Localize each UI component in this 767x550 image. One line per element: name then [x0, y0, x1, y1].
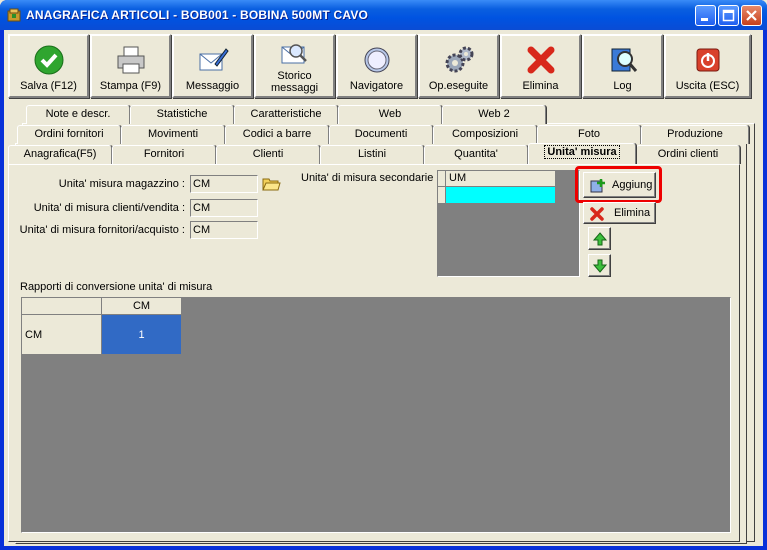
tab-web2[interactable]: Web 2: [442, 105, 546, 124]
add-um-button[interactable]: Aggiung: [583, 172, 656, 198]
print-button[interactable]: Stampa (F9): [90, 34, 171, 98]
title-bar[interactable]: ANAGRAFICA ARTICOLI - BOB001 - BOBINA 50…: [0, 0, 767, 30]
tab-ordini-fornitori[interactable]: Ordini fornitori: [17, 125, 121, 144]
arrow-down-icon: [592, 259, 608, 273]
message-button[interactable]: Messaggio: [172, 34, 253, 98]
conversion-section-label: Rapporti di conversione unita' di misura: [20, 281, 213, 293]
delete-icon: [590, 207, 604, 221]
log-label: Log: [613, 80, 632, 92]
grid-cell[interactable]: 1: [102, 315, 182, 355]
grid-row-header[interactable]: CM: [22, 315, 102, 355]
printer-icon: [117, 46, 144, 74]
delete-record-label: Elimina: [522, 80, 559, 92]
tab-composizioni[interactable]: Composizioni: [433, 125, 537, 144]
tab-note-descr[interactable]: Note e descr.: [26, 105, 130, 124]
operations-label: Op.eseguite: [428, 80, 489, 92]
grid-corner: [22, 298, 102, 315]
um-magazzino-label: Unita' misura magazzino :: [58, 178, 185, 190]
tab-quantita[interactable]: Quantita': [424, 145, 528, 164]
exit-icon: [696, 48, 719, 72]
secondary-um-cell[interactable]: [446, 187, 555, 203]
tab-ordini-clienti[interactable]: Ordini clienti: [636, 145, 740, 164]
um-magazzino-field[interactable]: CM: [190, 175, 258, 193]
grid-column-header[interactable]: CM: [102, 298, 182, 315]
message-history-label: Storico messaggi: [256, 70, 333, 94]
tab-documenti[interactable]: Documenti: [329, 125, 433, 144]
save-button[interactable]: Salva (F12): [8, 34, 89, 98]
close-icon: [746, 10, 757, 21]
maximize-button[interactable]: [718, 5, 739, 26]
tab-listini[interactable]: Listini: [320, 145, 424, 164]
um-fornitori-label: Unita' di misura fornitori/acquisto :: [19, 224, 185, 236]
arrow-up-icon: [592, 232, 608, 246]
tab-anagrafica[interactable]: Anagrafica(F5): [8, 145, 112, 164]
tab-caratteristiche[interactable]: Caratteristiche: [234, 105, 338, 124]
close-button[interactable]: [741, 5, 762, 26]
minimize-icon: [701, 18, 708, 21]
operations-button[interactable]: Op.eseguite: [418, 34, 499, 98]
secondary-um-header-label: UM: [449, 172, 467, 184]
check-icon: [34, 45, 63, 75]
red-x-icon: [527, 46, 554, 74]
client-area: Salva (F12) Stampa (F9) Messaggio Storic…: [4, 30, 763, 546]
window-title: ANAGRAFICA ARTICOLI - BOB001 - BOBINA 50…: [26, 8, 369, 22]
secondary-um-header: UM: [438, 171, 555, 187]
message-label: Messaggio: [185, 80, 240, 92]
um-clienti-field[interactable]: CM: [190, 199, 258, 217]
tab-unita-misura-label: Unita' misura: [544, 145, 620, 159]
message-history-button[interactable]: Storico messaggi: [254, 34, 335, 98]
minimize-button[interactable]: [695, 5, 716, 26]
um-secondarie-label: Unita' di misura secondarie :: [301, 172, 440, 184]
envelope-search-icon: [281, 44, 307, 64]
secondary-um-list[interactable]: UM: [437, 170, 580, 277]
delete-um-label: Elimina: [614, 207, 651, 219]
move-down-button[interactable]: [588, 254, 611, 277]
delete-record-button[interactable]: Elimina: [500, 34, 581, 98]
app-icon: [7, 8, 21, 22]
secondary-um-row[interactable]: [438, 187, 555, 203]
add-um-label: Aggiung: [612, 179, 653, 191]
tab-fornitori[interactable]: Fornitori: [112, 145, 216, 164]
message-history-label-line1: Storico: [277, 70, 312, 82]
toolbar: Salva (F12) Stampa (F9) Messaggio Storic…: [8, 34, 759, 100]
exit-label: Uscita (ESC): [675, 80, 740, 92]
gears-icon: [445, 46, 473, 73]
navigator-label: Navigatore: [349, 80, 404, 92]
message-history-label-line2: messaggi: [270, 82, 319, 94]
tab-produzione[interactable]: Produzione: [641, 125, 749, 144]
book-search-icon: [611, 48, 637, 72]
row-indicator: [438, 171, 446, 187]
folder-icon: [262, 178, 281, 191]
tab-movimenti[interactable]: Movimenti: [121, 125, 225, 144]
envelope-pen-icon: [199, 48, 229, 71]
log-button[interactable]: Log: [582, 34, 663, 98]
tab-statistiche[interactable]: Statistiche: [130, 105, 234, 124]
um-fornitori-field[interactable]: CM: [190, 221, 258, 239]
tab-unita-misura[interactable]: Unita' misura: [528, 143, 636, 164]
tab-page-unita-misura: Unita' misura magazzino : CM Unita' di m…: [8, 164, 740, 542]
save-label: Salva (F12): [20, 80, 77, 92]
add-icon: [590, 179, 605, 193]
exit-button[interactable]: Uscita (ESC): [664, 34, 751, 98]
conversion-grid[interactable]: CM CM 1: [21, 297, 731, 533]
maximize-icon: [722, 9, 735, 22]
tab-clienti[interactable]: Clienti: [216, 145, 320, 164]
tab-codici-barre[interactable]: Codici a barre: [225, 125, 329, 144]
tab-web[interactable]: Web: [338, 105, 442, 124]
print-label: Stampa (F9): [99, 80, 162, 92]
um-clienti-label: Unita' di misura clienti/vendita :: [33, 202, 185, 214]
compass-icon: [364, 47, 389, 73]
folder-button[interactable]: [261, 174, 281, 194]
main-window: ANAGRAFICA ARTICOLI - BOB001 - BOBINA 50…: [0, 0, 767, 550]
navigator-button[interactable]: Navigatore: [336, 34, 417, 98]
move-up-button[interactable]: [588, 227, 611, 250]
tab-foto[interactable]: Foto: [537, 125, 641, 144]
row-indicator: [438, 187, 446, 203]
delete-um-button[interactable]: Elimina: [583, 202, 656, 224]
